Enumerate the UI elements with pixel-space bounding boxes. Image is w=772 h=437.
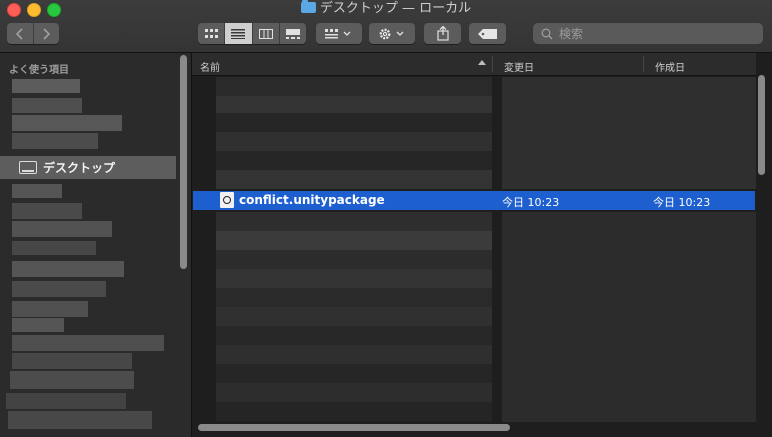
gallery-view-button[interactable] — [278, 23, 306, 44]
share-icon — [436, 26, 449, 41]
list-view-button[interactable] — [224, 23, 252, 44]
file-name: conflict.unitypackage — [239, 193, 385, 207]
sidebar-item-obscured[interactable] — [12, 335, 164, 351]
date-column-obscured — [502, 212, 756, 422]
table-row-selected[interactable]: conflict.unitypackage 今日 10:23 今日 10:23 — [193, 191, 755, 210]
list-item-obscured[interactable] — [216, 77, 492, 96]
list-item-obscured[interactable] — [216, 288, 492, 307]
sidebar-item-obscured[interactable] — [12, 353, 132, 369]
sidebar-item-obscured[interactable] — [12, 318, 64, 332]
column-header-modified[interactable]: 変更日 — [504, 59, 534, 74]
sidebar-item-obscured[interactable] — [12, 281, 106, 297]
list-item-obscured[interactable] — [216, 250, 492, 269]
view-mode-control — [198, 23, 306, 44]
unity-package-icon — [220, 192, 234, 208]
list-item-obscured[interactable] — [216, 212, 492, 231]
group-icon — [325, 28, 351, 38]
search-placeholder: 検索 — [559, 27, 584, 41]
sidebar-item-desktop[interactable]: デスクトップ — [0, 156, 176, 179]
sidebar-item-obscured[interactable] — [12, 184, 62, 198]
navigation-buttons — [7, 23, 59, 44]
sidebar-item-label: デスクトップ — [43, 161, 116, 175]
date-column-obscured — [502, 77, 756, 189]
list-item-obscured[interactable] — [216, 96, 492, 113]
sidebar-item-obscured[interactable] — [12, 133, 98, 149]
list-item-obscured[interactable] — [216, 113, 492, 132]
sidebar-item-obscured[interactable] — [12, 241, 96, 255]
column-header-name[interactable]: 名前 — [200, 59, 220, 74]
icon-view-icon — [204, 28, 218, 38]
sidebar-item-obscured[interactable] — [10, 371, 134, 389]
sidebar-item-obscured[interactable] — [12, 115, 122, 131]
list-item-obscured[interactable] — [216, 269, 492, 288]
list-item-obscured[interactable] — [216, 402, 492, 421]
list-view-icon — [231, 28, 246, 39]
column-view-icon — [258, 28, 273, 39]
search-icon — [541, 28, 553, 39]
list-horizontal-scrollbar[interactable] — [198, 424, 510, 431]
file-created: 今日 10:23 — [653, 196, 711, 209]
sidebar: よく使う項目 デスクトップ — [0, 53, 192, 437]
list-item-obscured[interactable] — [216, 151, 492, 170]
tag-button[interactable] — [469, 23, 506, 44]
title-bar: デスクトップ — ローカル 検索 — [0, 0, 772, 53]
sidebar-item-obscured[interactable] — [8, 411, 152, 429]
sidebar-item-obscured[interactable] — [12, 79, 80, 93]
sidebar-item-obscured[interactable] — [6, 393, 126, 409]
icon-view-button[interactable] — [198, 23, 224, 44]
file-list: 名前 変更日 作成日 conflict.unitypackage 今日 10:2… — [192, 53, 772, 437]
column-view-button[interactable] — [251, 23, 279, 44]
list-vertical-scrollbar[interactable] — [758, 75, 765, 175]
sidebar-item-obscured[interactable] — [12, 221, 112, 237]
tag-icon — [477, 28, 497, 39]
list-header: 名前 変更日 作成日 — [192, 53, 756, 76]
gallery-view-icon — [285, 28, 300, 39]
folder-icon — [300, 0, 316, 13]
list-item-obscured[interactable] — [216, 326, 492, 345]
chevron-right-icon — [43, 27, 51, 40]
search-field[interactable]: 検索 — [533, 23, 763, 44]
list-item-obscured[interactable] — [216, 383, 492, 402]
sidebar-item-obscured[interactable] — [12, 203, 82, 219]
chevron-left-icon — [15, 27, 23, 40]
action-menu-button[interactable] — [369, 23, 415, 44]
column-header-created[interactable]: 作成日 — [655, 59, 685, 74]
desktop-icon — [19, 161, 37, 174]
finder-window: デスクトップ — ローカル 検索 よく使う項目 デスクトップ 名前 変更日 作成… — [0, 0, 772, 437]
forward-button[interactable] — [32, 23, 60, 44]
gear-icon — [379, 28, 404, 39]
list-item-obscured[interactable] — [216, 170, 492, 189]
column-divider[interactable] — [492, 56, 493, 72]
group-button[interactable] — [316, 23, 362, 44]
sort-ascending-icon — [478, 60, 486, 65]
back-button[interactable] — [7, 23, 33, 44]
sidebar-scrollbar[interactable] — [180, 55, 187, 269]
sidebar-item-obscured[interactable] — [12, 98, 82, 113]
list-item-obscured[interactable] — [216, 132, 492, 151]
list-item-obscured[interactable] — [216, 231, 492, 250]
column-divider[interactable] — [643, 56, 644, 72]
window-title: デスクトップ — ローカル — [0, 0, 772, 17]
list-item-obscured[interactable] — [216, 345, 492, 364]
share-button[interactable] — [424, 23, 461, 44]
list-item-obscured[interactable] — [216, 364, 492, 383]
sidebar-item-obscured[interactable] — [12, 301, 88, 317]
file-modified: 今日 10:23 — [502, 196, 560, 209]
sidebar-item-obscured[interactable] — [12, 261, 124, 277]
favorites-section-label: よく使う項目 — [9, 65, 69, 76]
list-item-obscured[interactable] — [216, 307, 492, 326]
